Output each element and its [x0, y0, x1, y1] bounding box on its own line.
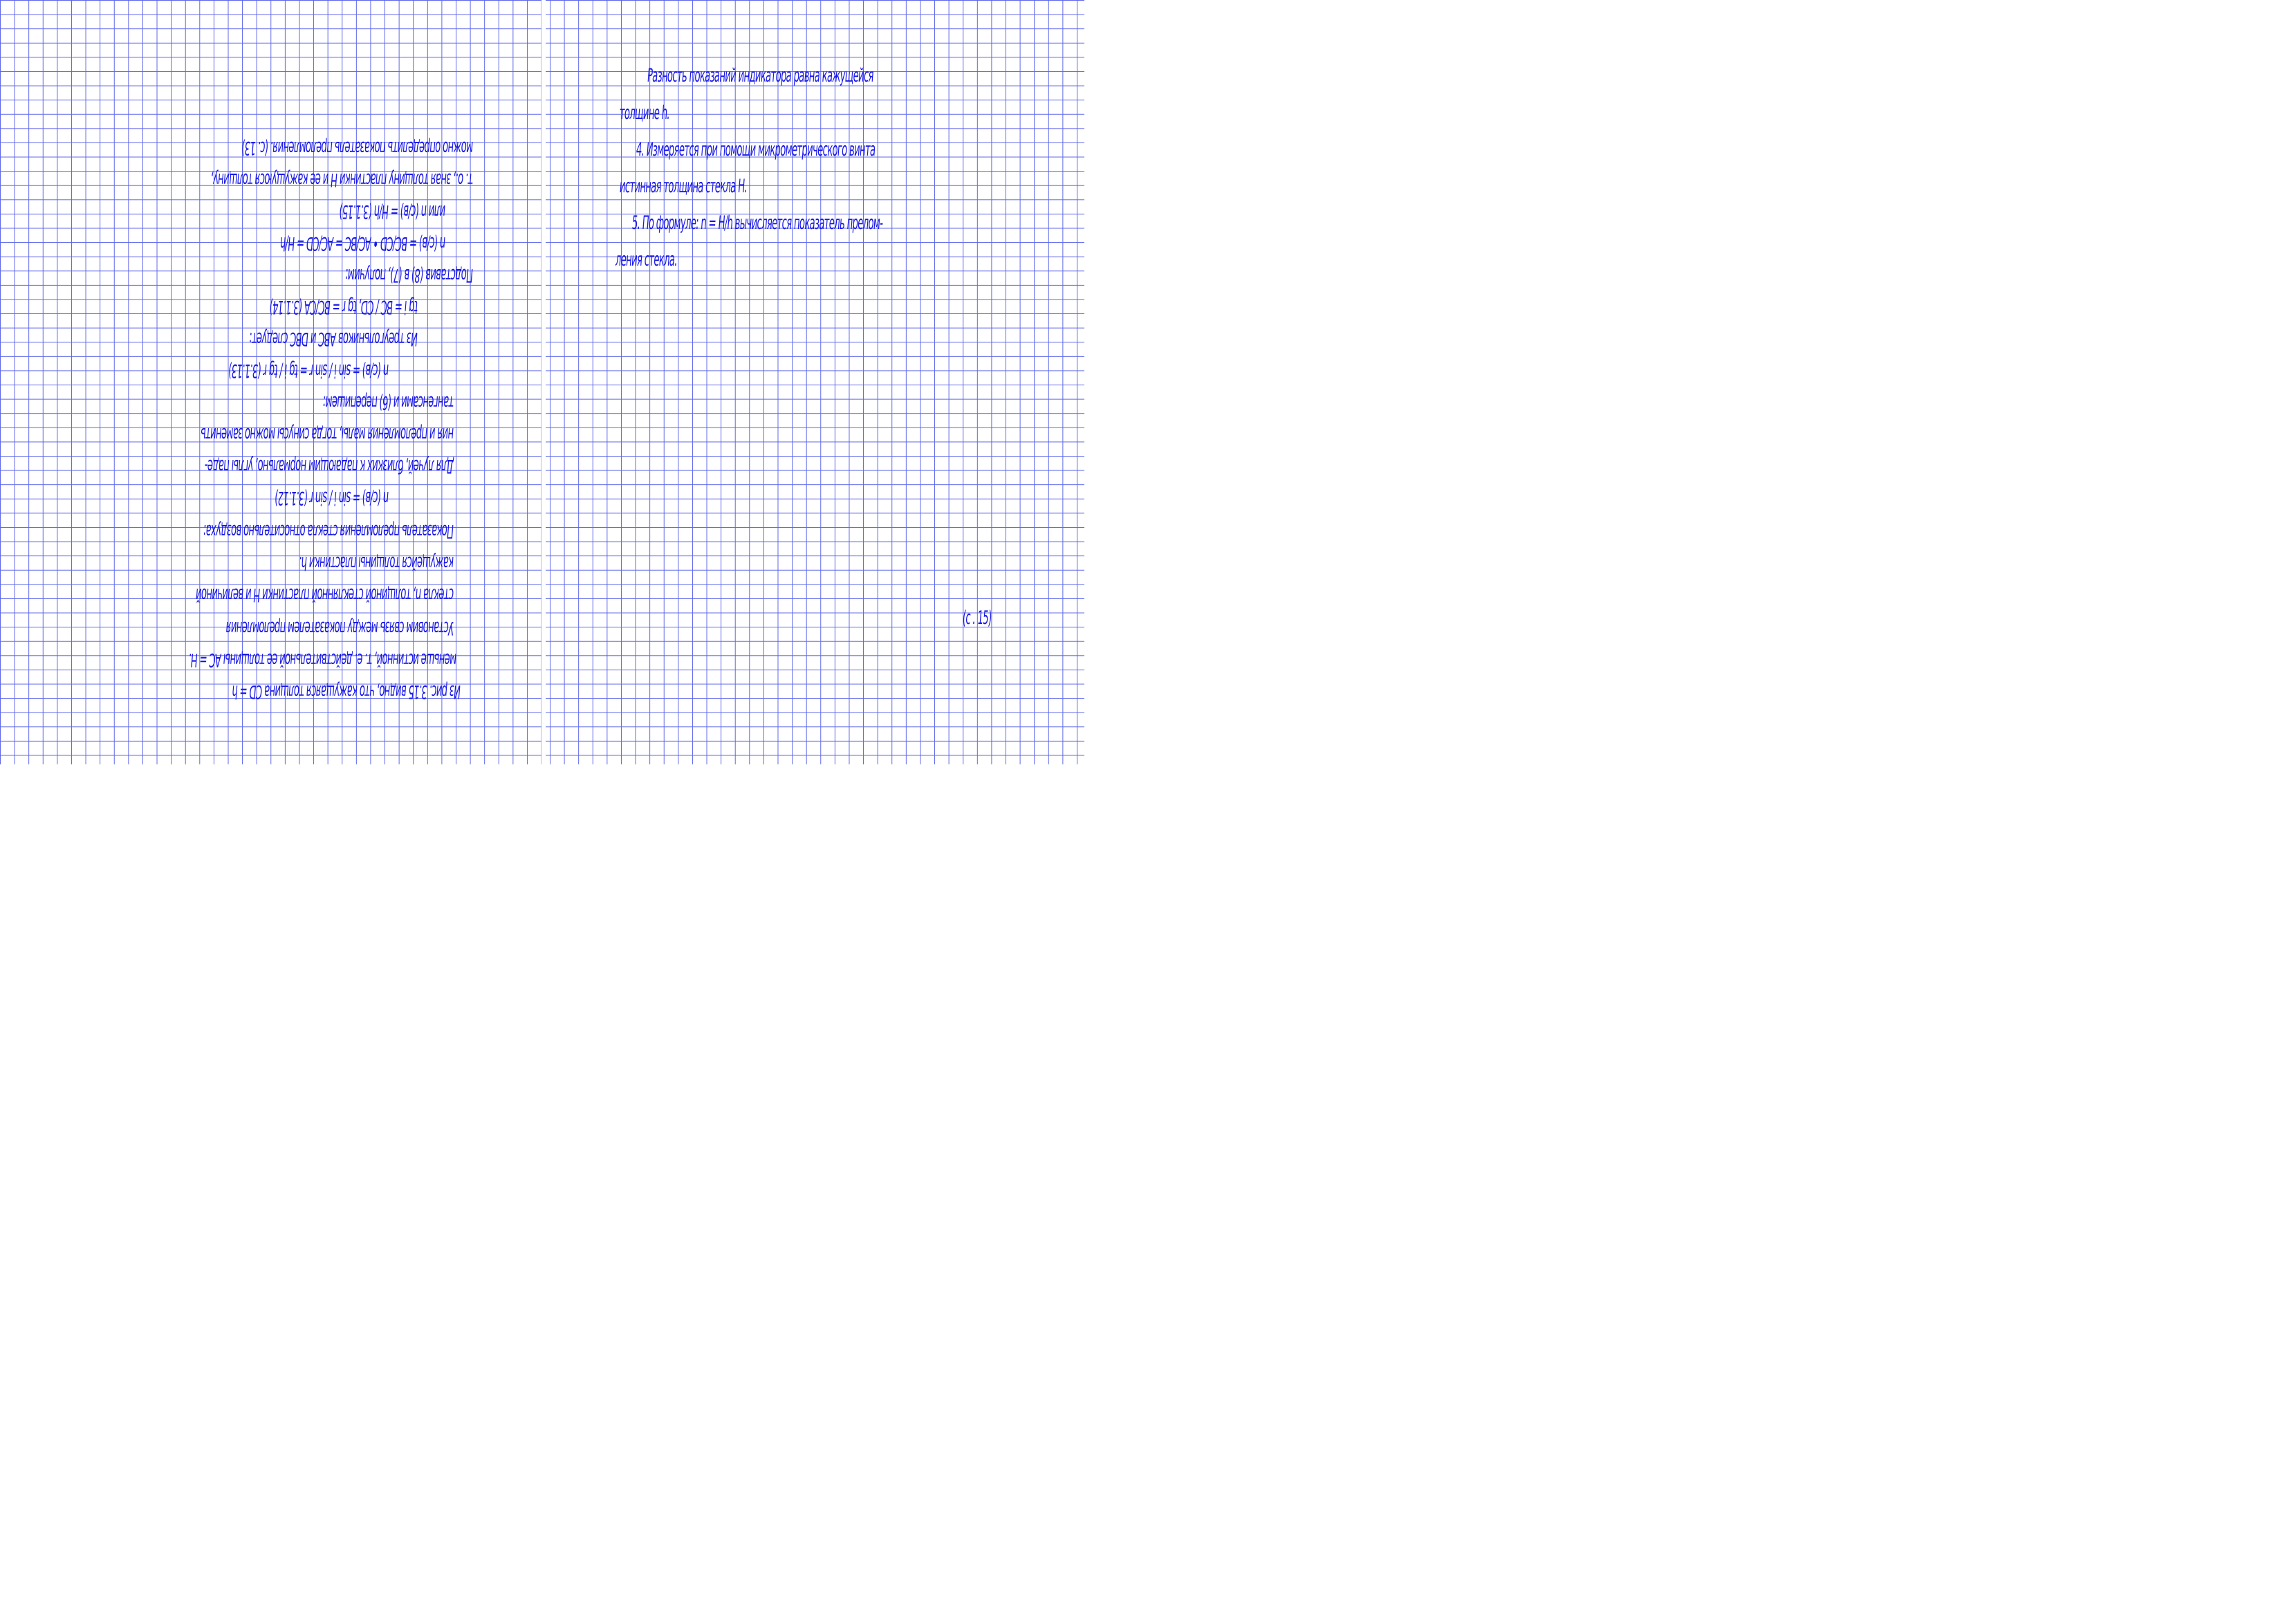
left-line-18: можно определить показатель преломления.… — [241, 137, 474, 158]
right-notebook-page: Разность показаний индикатора равна кажу… — [546, 0, 1084, 764]
left-line-17: т. о., зная толщину пластинки H и ее каж… — [210, 169, 474, 190]
right-line-4: истинная толщина стекла H. — [618, 176, 748, 197]
left-line-14: Подставив (8) в (7), получим: — [344, 264, 474, 286]
right-line-3: 4. Измеряется при помощи микрометрическо… — [635, 139, 876, 160]
left-line-12: Из треугольников ABC и DBC следует: — [248, 328, 419, 349]
left-line-3: Установим связь между показателем прелом… — [225, 617, 455, 638]
left-line-10: тангенсами и (6) перепишем: — [322, 392, 455, 413]
right-line-1: Разность показаний индикатора равна кажу… — [646, 65, 875, 86]
left-line-6: Показатель преломления стекла относитель… — [203, 520, 455, 542]
left-line-13: tg i = BC / CD, tg r = BC/CA (3.1.14) — [269, 296, 419, 318]
left-page-rotated-content: Из рис. 3.15 видно, что кажущаяся толщин… — [0, 0, 541, 764]
left-line-15: n (с/в) = BC/CD • AC/BC = AC/CD = H/h — [279, 232, 447, 254]
left-line-5: кажущейся толщины пластинки h. — [298, 552, 455, 573]
left-notebook-page: Из рис. 3.15 видно, что кажущаяся толщин… — [0, 0, 541, 764]
left-line-9: ния и преломления малы, тогда синусы мож… — [200, 423, 455, 445]
left-line-1: Из рис. 3.15 видно, что кажущаяся толщин… — [231, 681, 462, 702]
right-line-6: ления стекла. — [614, 249, 678, 270]
left-line-7: n (с/в) = sin i / sin r (3.1.12) — [274, 487, 390, 508]
right-page-number: (с . 15) — [961, 607, 992, 629]
left-line-2: меньше истинной, т. е. действительной ее… — [188, 649, 458, 670]
left-line-4: стекла n, толщиной стеклянной пластинки … — [195, 584, 455, 605]
right-line-5: 5. По формуле: n = H/h вычисляется показ… — [631, 212, 884, 234]
left-line-8: Для лучей, близких к падающим нормально,… — [204, 455, 455, 477]
left-line-16: или n (с/в) = H/h (3.1.15) — [339, 201, 447, 222]
left-line-11: n (с/в) = sin i / sin r = tg i / tg r (3… — [228, 360, 390, 381]
right-line-2: толщине h. — [618, 102, 671, 124]
